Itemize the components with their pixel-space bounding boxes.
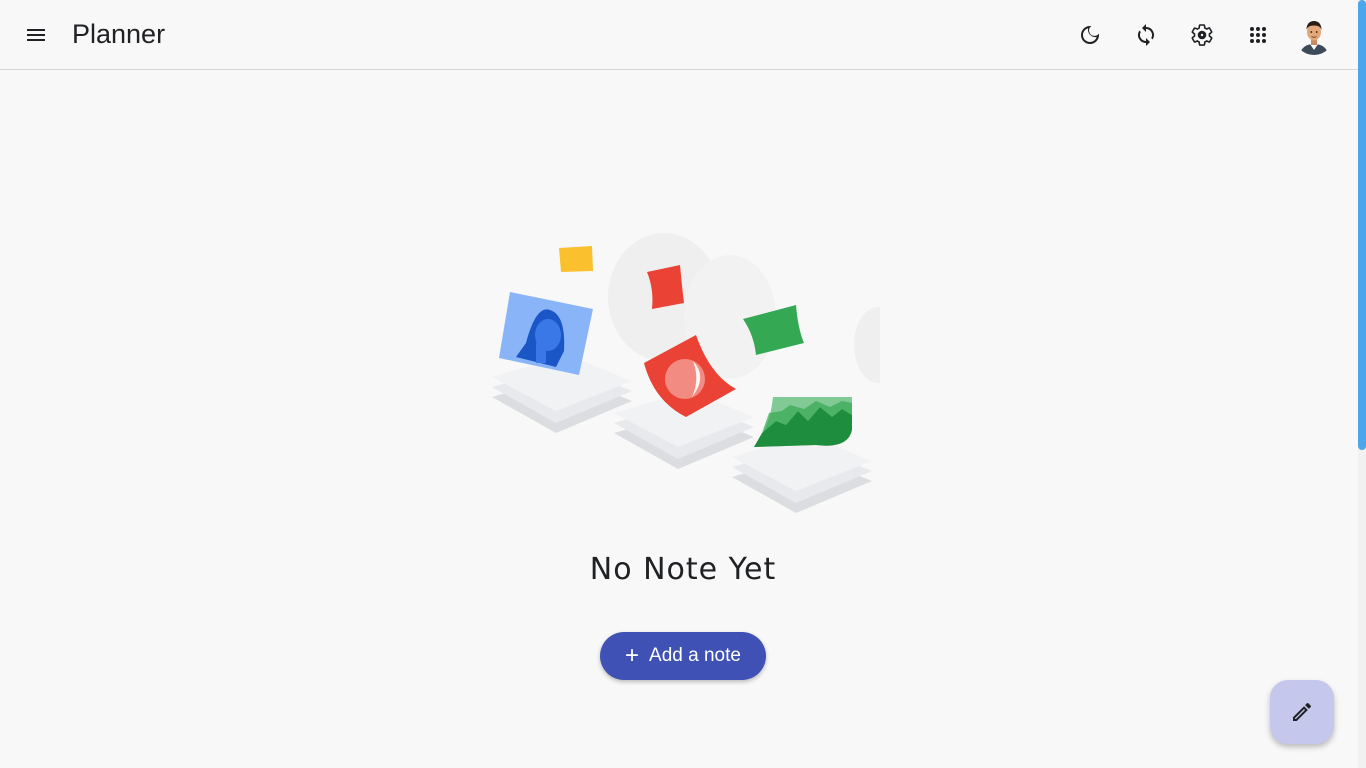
empty-notes-illustration xyxy=(492,233,880,513)
plus-icon: + xyxy=(625,642,640,669)
gear-icon xyxy=(1191,24,1213,46)
settings-button[interactable] xyxy=(1182,15,1222,55)
menu-icon xyxy=(27,29,45,41)
scrollbar[interactable] xyxy=(1358,0,1366,768)
dark-mode-button[interactable] xyxy=(1070,15,1110,55)
add-note-button[interactable]: + Add a note xyxy=(600,632,766,680)
avatar[interactable] xyxy=(1294,15,1334,55)
menu-button[interactable] xyxy=(16,15,56,55)
user-avatar-icon xyxy=(1294,15,1334,55)
apps-grid-icon xyxy=(1250,27,1266,43)
scrollbar-thumb[interactable] xyxy=(1358,0,1366,450)
empty-state-title: No Note Yet xyxy=(589,552,777,587)
sync-icon xyxy=(1137,24,1155,46)
new-note-fab[interactable] xyxy=(1270,680,1334,744)
moon-icon xyxy=(1081,25,1099,44)
add-note-label: Add a note xyxy=(649,645,741,666)
app-title: Planner xyxy=(72,19,166,49)
pencil-icon xyxy=(1293,702,1312,721)
app-root: Planner No Note Yet + Add a note xyxy=(0,0,1366,768)
apps-button[interactable] xyxy=(1238,15,1278,55)
sync-button[interactable] xyxy=(1126,15,1166,55)
top-app-bar: Planner xyxy=(0,0,1358,70)
